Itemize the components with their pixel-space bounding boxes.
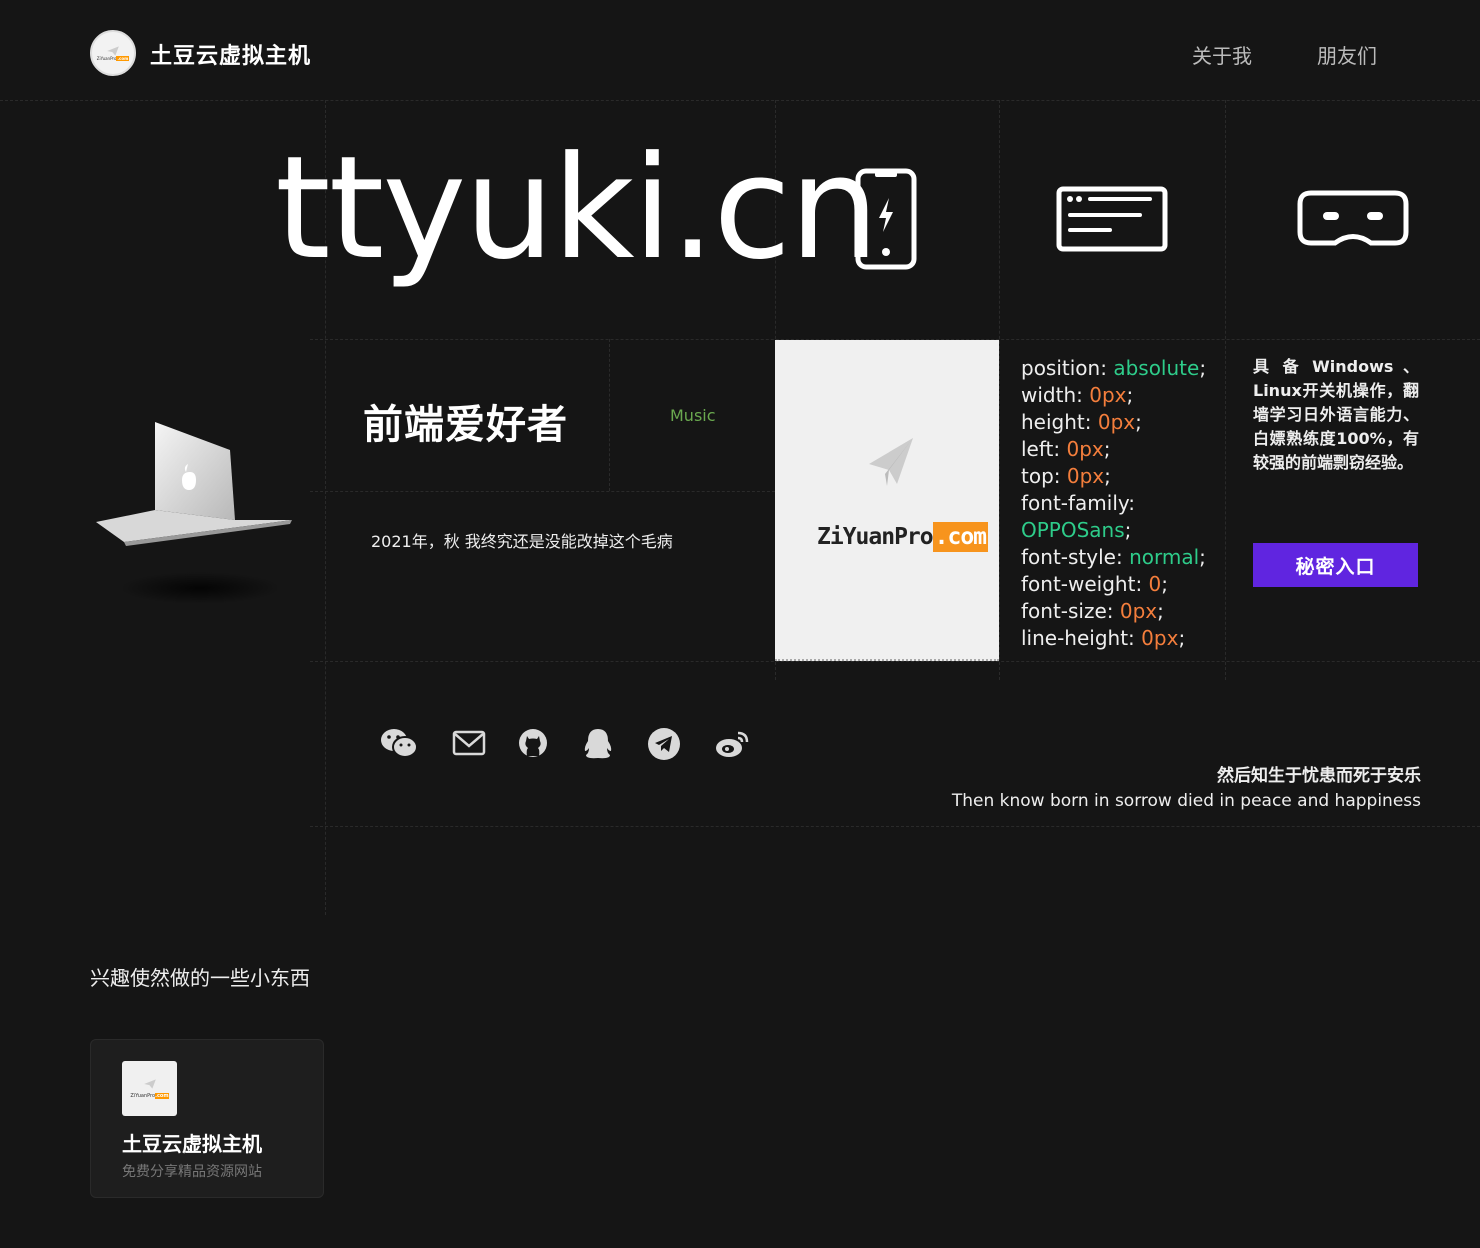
grid-line [310, 826, 1480, 827]
code-value: 0px [1089, 383, 1127, 407]
site-title[interactable]: 土豆云虚拟主机 [150, 38, 311, 70]
code-line: height: 0px; [1021, 410, 1142, 434]
grid-line [999, 100, 1000, 680]
weibo-icon[interactable] [714, 727, 750, 759]
code-value: 0px [1097, 410, 1136, 434]
code-line: position: absolute; [1021, 356, 1207, 380]
logo-text: ZiYuanPro.com [96, 56, 130, 61]
brand-logo: ZiYuanPro.com [817, 522, 989, 552]
hero-domain: ttyuki.cn [275, 126, 879, 291]
project-name: 土豆云虚拟主机 [122, 1132, 262, 1156]
laptop-icon [96, 422, 292, 604]
code-property: line-height: [1021, 626, 1135, 650]
code-value: 0px [1066, 464, 1105, 488]
grid-line [310, 491, 775, 492]
telegram-icon[interactable] [647, 727, 681, 761]
code-property: font-family: [1021, 491, 1136, 515]
code-value: 0 [1148, 572, 1162, 596]
code-line: font-family: [1021, 490, 1206, 517]
nav-about[interactable]: 关于我 [1192, 40, 1252, 69]
quote-chinese: 然后知生于忧患而死于安乐 [1217, 766, 1421, 786]
paper-plane-icon [869, 438, 913, 486]
grid-line [310, 661, 1480, 662]
code-line: font-style: normal; [1021, 545, 1206, 569]
vr-headset-icon [1297, 190, 1409, 246]
code-value: OPPOSans [1021, 518, 1125, 542]
projects-section-title: 兴趣使然做的一些小东西 [90, 966, 310, 990]
project-description: 免费分享精品资源网站 [122, 1164, 262, 1180]
qq-icon[interactable] [581, 727, 615, 761]
code-line: OPPOSans; [1021, 518, 1132, 542]
code-line: font-size: 0px; [1021, 599, 1164, 623]
code-line: left: 0px; [1021, 437, 1111, 461]
grid-line [609, 339, 610, 491]
code-property: position: [1021, 356, 1107, 380]
tagline: 前端爱好者 [363, 402, 568, 448]
brand-card[interactable]: ZiYuanPro.com [775, 340, 999, 661]
code-property: height: [1021, 410, 1092, 434]
project-thumbnail: ZiYuanPro.com [122, 1061, 177, 1116]
wechat-icon[interactable] [380, 727, 418, 759]
code-value: normal [1129, 545, 1200, 569]
code-value: absolute [1113, 356, 1200, 380]
code-property: top: [1021, 464, 1061, 488]
code-property: font-style: [1021, 545, 1123, 569]
nav-friends[interactable]: 朋友们 [1317, 40, 1377, 69]
css-code-block: position: absolute; width: 0px; height: 0p… [1021, 355, 1206, 652]
code-property: left: [1021, 437, 1061, 461]
story-text: 2021年，秋 我终究还是没能改掉这个毛病 [371, 532, 673, 551]
code-line: font-weight: 0; [1021, 572, 1169, 596]
music-link[interactable]: Music [670, 406, 716, 425]
grid-line [1225, 100, 1226, 680]
terminal-window-icon [1056, 186, 1168, 252]
phone-bolt-icon [855, 168, 917, 270]
code-property: font-size: [1021, 599, 1114, 623]
code-line: line-height: 0px; [1021, 626, 1186, 650]
code-value: 0px [1066, 437, 1104, 461]
code-property: width: [1021, 383, 1083, 407]
code-line: top: 0px; [1021, 464, 1111, 488]
quote-english: Then know born in sorrow died in peace a… [951, 791, 1421, 811]
code-value: 0px [1119, 599, 1158, 623]
code-value: 0px [1141, 626, 1179, 650]
mail-icon[interactable] [452, 727, 486, 759]
site-logo[interactable]: ZiYuanPro.com [90, 30, 136, 76]
secret-entry-button[interactable]: 秘密入口 [1253, 543, 1418, 587]
grid-line [0, 100, 1480, 101]
code-line: width: 0px; [1021, 383, 1134, 407]
code-property: font-weight: [1021, 572, 1143, 596]
github-icon[interactable] [518, 727, 548, 759]
paper-plane-icon [143, 1079, 156, 1089]
skills-text: 具 备 Windows 、Linux开关机操作，翻墙学习日外语言能力、白嫖熟练度… [1253, 357, 1419, 472]
project-card[interactable]: ZiYuanPro.com 土豆云虚拟主机 免费分享精品资源网站 [90, 1039, 324, 1198]
